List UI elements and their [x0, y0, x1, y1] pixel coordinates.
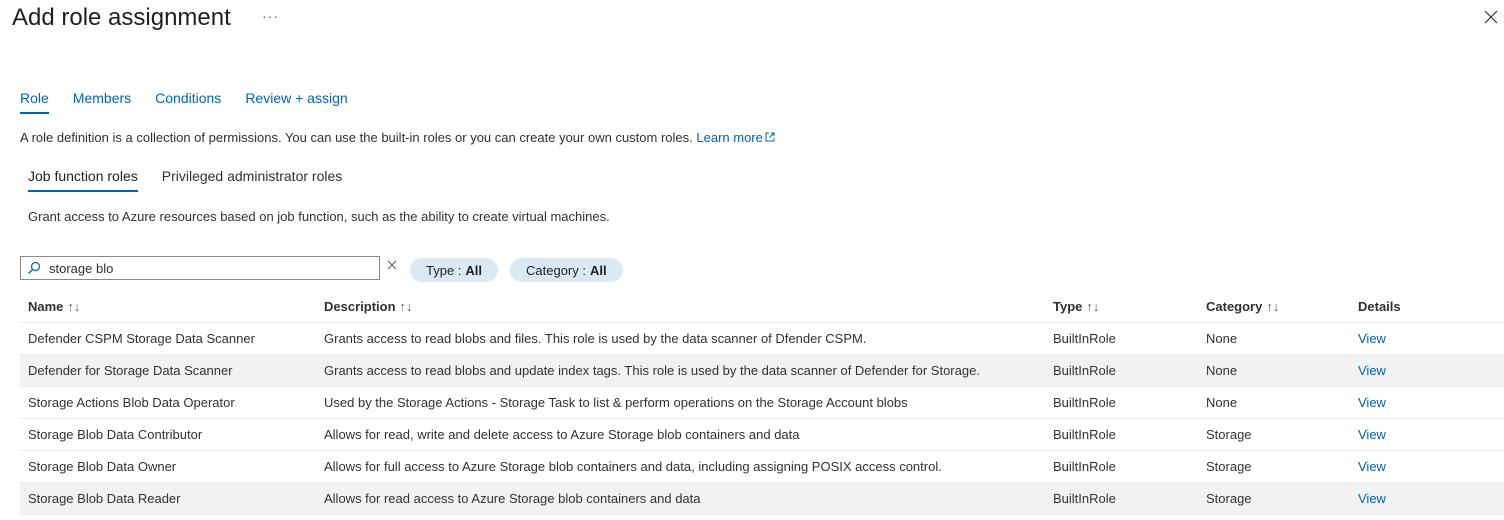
role-name: Storage Blob Data Contributor — [20, 418, 316, 451]
role-category: Storage — [1198, 482, 1350, 515]
role-type: BuiltInRole — [1045, 354, 1198, 387]
role-name: Storage Blob Data Owner — [20, 450, 316, 483]
roles-table: Name ↑↓ Description ↑↓ Type ↑↓ Category ↑↓ D… — [20, 290, 1504, 515]
type-filter-label: Type : — [426, 262, 462, 278]
column-header-description[interactable]: Description ↑↓ — [316, 290, 1045, 323]
sort-icon: ↑↓ — [67, 298, 81, 314]
view-details-link[interactable]: View — [1358, 331, 1386, 346]
tab-conditions[interactable]: Conditions — [155, 90, 221, 114]
sort-icon: ↑↓ — [399, 298, 413, 314]
role-name: Defender for Storage Data Scanner — [20, 354, 316, 387]
page-title: Add role assignment — [12, 4, 231, 31]
role-type: BuiltInRole — [1045, 386, 1198, 419]
role-type: BuiltInRole — [1045, 322, 1198, 355]
column-header-details: Details — [1350, 290, 1504, 323]
role-description-text: A role definition is a collection of per… — [20, 130, 693, 145]
view-details-link[interactable]: View — [1358, 491, 1386, 506]
view-details-link[interactable]: View — [1358, 459, 1386, 474]
role-description-cell: Grants access to read blobs and update i… — [316, 354, 1045, 387]
role-name: Storage Actions Blob Data Operator — [20, 386, 316, 419]
close-icon[interactable] — [1484, 10, 1500, 26]
table-header-row: Name ↑↓ Description ↑↓ Type ↑↓ Category ↑↓ D… — [20, 290, 1504, 323]
category-filter-label: Category : — [526, 262, 586, 278]
search-icon — [27, 261, 41, 275]
table-row[interactable]: Storage Actions Blob Data Operator Used … — [20, 386, 1504, 419]
table-row[interactable]: Defender CSPM Storage Data Scanner Grant… — [20, 322, 1504, 355]
sort-icon: ↑↓ — [1086, 298, 1100, 314]
clear-icon[interactable] — [386, 258, 398, 270]
search-box[interactable] — [20, 256, 380, 280]
more-options-button[interactable]: ··· — [262, 8, 279, 24]
column-header-category[interactable]: Category ↑↓ — [1198, 290, 1350, 323]
learn-more-link[interactable]: Learn more — [696, 130, 762, 145]
role-name: Defender CSPM Storage Data Scanner — [20, 322, 316, 355]
sort-icon: ↑↓ — [1266, 298, 1280, 314]
role-type: BuiltInRole — [1045, 418, 1198, 451]
job-function-description: Grant access to Azure resources based on… — [28, 209, 610, 224]
table-row[interactable]: Storage Blob Data Owner Allows for full … — [20, 450, 1504, 483]
role-description-cell: Allows for full access to Azure Storage … — [316, 450, 1045, 483]
role-category: None — [1198, 386, 1350, 419]
external-link-icon — [765, 132, 775, 145]
tab-members[interactable]: Members — [73, 90, 131, 114]
tab-review-assign[interactable]: Review + assign — [245, 90, 347, 114]
role-category: Storage — [1198, 418, 1350, 451]
role-type: BuiltInRole — [1045, 450, 1198, 483]
role-description-cell: Grants access to read blobs and files. T… — [316, 322, 1045, 355]
role-description-cell: Allows for read, write and delete access… — [316, 418, 1045, 451]
table-row[interactable]: Defender for Storage Data Scanner Grants… — [20, 354, 1504, 387]
role-category: Storage — [1198, 450, 1350, 483]
type-filter-value: All — [465, 262, 483, 278]
category-filter-value: All — [589, 262, 607, 278]
tab-job-function-roles[interactable]: Job function roles — [28, 168, 138, 192]
tab-privileged-administrator-roles[interactable]: Privileged administrator roles — [162, 168, 343, 192]
view-details-link[interactable]: View — [1358, 363, 1386, 378]
table-row[interactable]: Storage Blob Data Reader Allows for read… — [20, 482, 1504, 515]
table-row[interactable]: Storage Blob Data Contributor Allows for… — [20, 418, 1504, 451]
search-input[interactable] — [47, 259, 351, 277]
type-filter-button[interactable]: Type : All — [410, 258, 499, 282]
role-description: A role definition is a collection of per… — [20, 130, 775, 145]
column-header-name[interactable]: Name ↑↓ — [20, 290, 316, 323]
category-filter-button[interactable]: Category : All — [510, 258, 623, 282]
view-details-link[interactable]: View — [1358, 427, 1386, 442]
role-description-cell: Used by the Storage Actions - Storage Ta… — [316, 386, 1045, 419]
column-header-type[interactable]: Type ↑↓ — [1045, 290, 1198, 323]
role-type-tabs: Job function roles Privileged administra… — [28, 168, 342, 192]
tab-role[interactable]: Role — [20, 90, 49, 114]
role-category: None — [1198, 354, 1350, 387]
role-type: BuiltInRole — [1045, 482, 1198, 515]
role-name: Storage Blob Data Reader — [20, 482, 316, 515]
role-category: None — [1198, 322, 1350, 355]
role-description-cell: Allows for read access to Azure Storage … — [316, 482, 1045, 515]
wizard-tabs: Role Members Conditions Review + assign — [20, 90, 348, 114]
view-details-link[interactable]: View — [1358, 395, 1386, 410]
